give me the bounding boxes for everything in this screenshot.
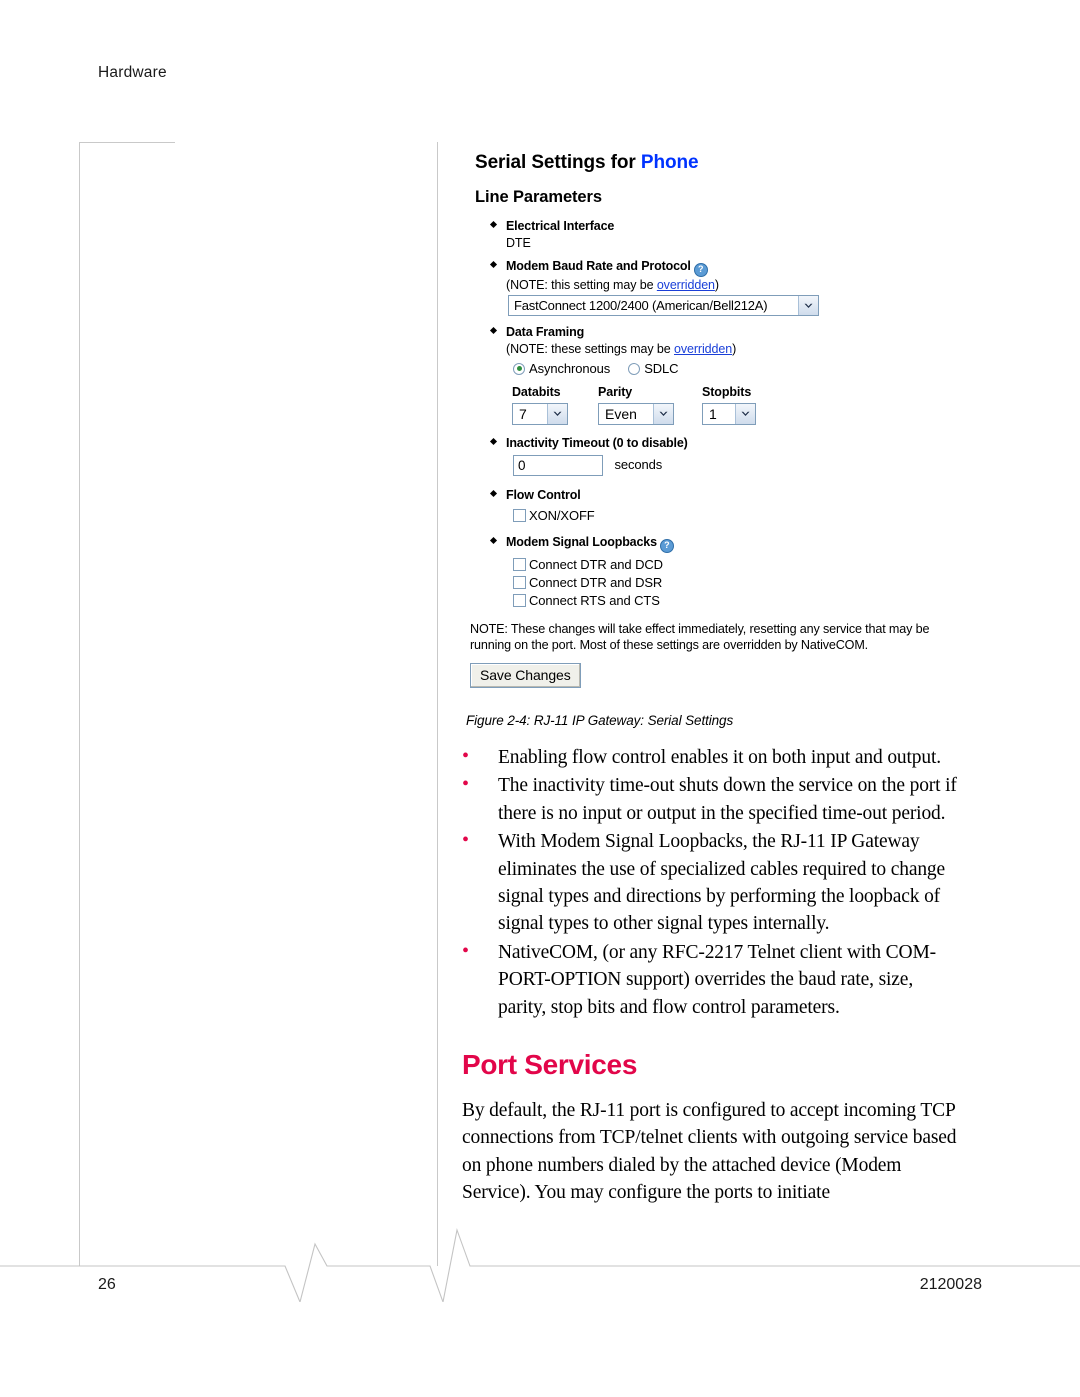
checkbox-connect-rts-cts[interactable] xyxy=(513,594,526,607)
param-label: Flow Control xyxy=(506,488,581,502)
list-item: Enabling flow control enables it on both… xyxy=(462,743,962,771)
checkbox-row-xonxoff[interactable]: XON/XOFF xyxy=(513,508,966,523)
checkbox-row-rts-cts[interactable]: Connect RTS and CTS xyxy=(513,593,966,608)
stopbits-select[interactable]: 1 xyxy=(702,403,756,425)
chevron-down-icon[interactable] xyxy=(653,404,673,424)
framing-override-note: (NOTE: these settings may be overridden) xyxy=(506,342,966,356)
param-label: Modem Baud Rate and Protocol xyxy=(506,259,691,273)
diamond-bullet-icon xyxy=(489,489,498,498)
diamond-bullet-icon xyxy=(489,220,498,229)
running-head: Hardware xyxy=(98,64,167,81)
electrical-interface-value: DTE xyxy=(506,236,531,250)
chevron-down-icon[interactable] xyxy=(798,296,818,315)
figure-title-port-name: Phone xyxy=(640,152,699,173)
checkbox-connect-rts-cts-label: Connect RTS and CTS xyxy=(529,593,660,608)
checkbox-connect-dtr-dsr-label: Connect DTR and DSR xyxy=(529,575,663,590)
save-changes-button[interactable]: Save Changes xyxy=(470,663,581,688)
radio-asynchronous[interactable] xyxy=(513,362,525,375)
parity-select[interactable]: Even xyxy=(598,403,674,425)
param-modem-baud-rate: Modem Baud Rate and Protocol? (NOTE: thi… xyxy=(489,257,966,316)
figure-bottom-note: NOTE: These changes will take effect imm… xyxy=(470,622,930,652)
param-data-framing: Data Framing (NOTE: these settings may b… xyxy=(489,323,966,425)
figure-caption: Figure 2-4: RJ-11 IP Gateway: Serial Set… xyxy=(466,713,734,728)
help-circle-icon[interactable]: ? xyxy=(693,263,708,277)
body-paragraph: By default, the RJ-11 port is configured… xyxy=(462,1100,957,1204)
databits-select-value: 7 xyxy=(519,406,527,422)
note-prefix: (NOTE: these settings may be xyxy=(506,342,674,356)
page-number: 26 xyxy=(98,1276,116,1293)
param-label: Inactivity Timeout (0 to disable) xyxy=(506,436,688,450)
diamond-bullet-icon xyxy=(489,326,498,335)
checkbox-xonxoff-label: XON/XOFF xyxy=(529,508,595,523)
baud-rate-select-value: FastConnect 1200/2400 (American/Bell212A… xyxy=(514,298,768,313)
diamond-bullet-icon xyxy=(489,536,498,545)
checkbox-row-dtr-dsr[interactable]: Connect DTR and DSR xyxy=(513,575,966,590)
decorative-rule-middle xyxy=(437,142,438,1266)
note-prefix: (NOTE: this setting may be xyxy=(506,278,657,292)
parameter-list: Electrical Interface DTE Modem Baud Rate… xyxy=(466,217,966,608)
checkbox-connect-dtr-dcd-label: Connect DTR and DCD xyxy=(529,557,663,572)
stopbits-header: Stopbits xyxy=(702,385,752,399)
help-circle-icon[interactable]: ? xyxy=(659,539,674,553)
chevron-down-icon[interactable] xyxy=(547,404,567,424)
figure-title: Serial Settings for Phone xyxy=(475,152,966,174)
param-electrical-interface: Electrical Interface DTE xyxy=(489,217,966,250)
param-inactivity-timeout: Inactivity Timeout (0 to disable) 0 seco… xyxy=(489,434,966,476)
diamond-bullet-icon xyxy=(489,260,498,269)
line-parameters-heading: Line Parameters xyxy=(475,188,602,206)
param-flow-control: Flow Control XON/XOFF xyxy=(489,486,966,523)
chevron-down-icon[interactable] xyxy=(735,404,755,424)
checkbox-connect-dtr-dsr[interactable] xyxy=(513,576,526,589)
param-label: Electrical Interface xyxy=(506,219,615,233)
list-item: With Modem Signal Loopbacks, the RJ-11 I… xyxy=(462,827,962,938)
parity-column: Parity Even xyxy=(598,385,702,425)
checkbox-row-dtr-dcd[interactable]: Connect DTR and DCD xyxy=(513,557,966,572)
databits-column: Databits 7 xyxy=(512,385,598,425)
framing-mode-radio-group: Asynchronous SDLC xyxy=(513,361,966,376)
inactivity-timeout-unit: seconds xyxy=(614,456,663,472)
checkbox-connect-dtr-dcd[interactable] xyxy=(513,558,526,571)
document-number: 2120028 xyxy=(919,1276,982,1293)
list-item: NativeCOM, (or any RFC-2217 Telnet clien… xyxy=(462,938,962,1021)
note-suffix: ) xyxy=(714,278,719,292)
inactivity-timeout-input[interactable]: 0 xyxy=(513,455,603,476)
bullet-list: Enabling flow control enables it on both… xyxy=(462,743,962,1021)
body-column: Enabling flow control enables it on both… xyxy=(462,743,962,1207)
radio-sdlc-label: SDLC xyxy=(644,361,679,376)
overridden-link[interactable]: overridden xyxy=(657,278,715,292)
parity-header: Parity xyxy=(598,385,633,399)
parity-select-value: Even xyxy=(605,406,637,422)
section-heading-port-services: Port Services xyxy=(462,1049,638,1081)
framing-controls: Databits 7 Parity Even Stopbits 1 xyxy=(512,385,966,425)
inactivity-timeout-row: 0 seconds xyxy=(506,452,966,476)
footer-decorative-line xyxy=(0,1227,1080,1302)
stopbits-select-value: 1 xyxy=(709,406,717,422)
overridden-link[interactable]: overridden xyxy=(674,342,732,356)
note-suffix: ) xyxy=(732,342,737,356)
baud-override-note: (NOTE: this setting may be overridden) xyxy=(506,278,966,292)
decorative-rule-horizontal xyxy=(79,142,175,143)
radio-asynchronous-label: Asynchronous xyxy=(529,361,611,376)
figure-title-prefix: Serial Settings for xyxy=(475,152,641,173)
decorative-rule-left xyxy=(79,142,80,1266)
radio-sdlc[interactable] xyxy=(628,362,641,375)
param-modem-signal-loopbacks: Modem Signal Loopbacks? Connect DTR and … xyxy=(489,533,966,608)
serial-settings-screenshot: Serial Settings for Phone Line Parameter… xyxy=(466,152,966,688)
diamond-bullet-icon xyxy=(489,437,498,446)
param-label: Modem Signal Loopbacks xyxy=(506,535,657,549)
databits-select[interactable]: 7 xyxy=(512,403,568,425)
param-label: Data Framing xyxy=(506,325,585,339)
list-item: The inactivity time-out shuts down the s… xyxy=(462,771,962,827)
databits-header: Databits xyxy=(512,385,561,399)
checkbox-xonxoff[interactable] xyxy=(513,509,526,522)
stopbits-column: Stopbits 1 xyxy=(702,385,772,425)
baud-rate-select[interactable]: FastConnect 1200/2400 (American/Bell212A… xyxy=(508,295,819,316)
